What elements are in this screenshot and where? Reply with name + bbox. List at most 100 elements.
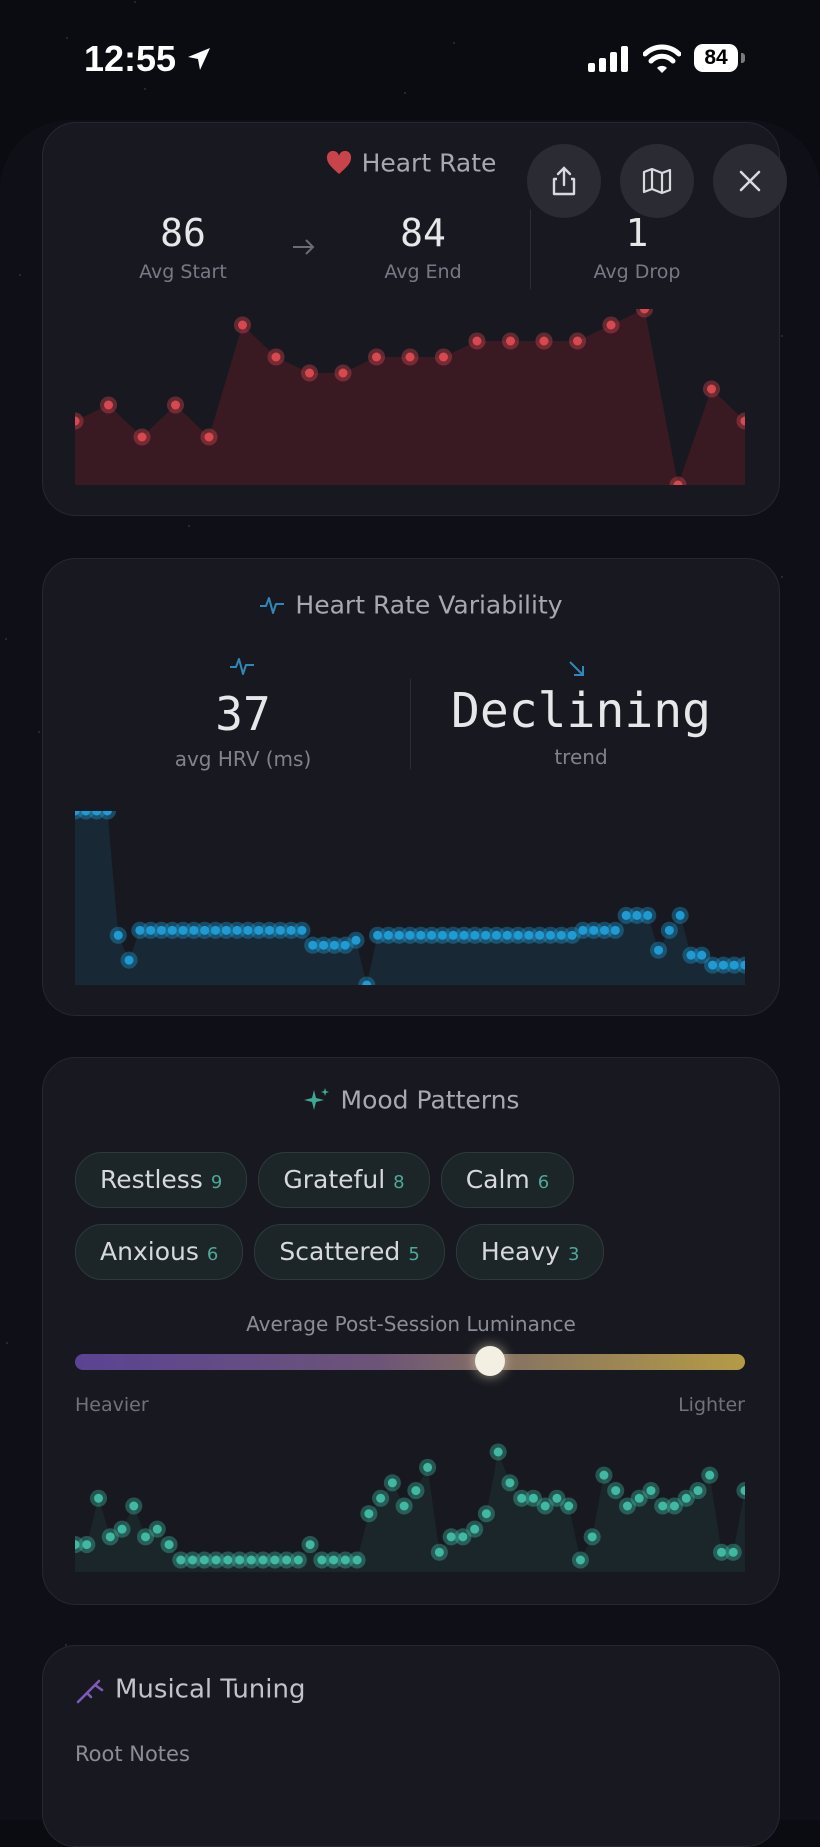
chart-point — [705, 1470, 715, 1480]
chart-point — [611, 1486, 621, 1496]
avg-start-value: 86 — [160, 211, 206, 255]
luminance-track — [75, 1354, 745, 1370]
chart-point — [587, 1532, 597, 1542]
trend-stat: Declining trend — [423, 683, 739, 769]
chart-point — [351, 935, 361, 945]
chart-point — [94, 1493, 104, 1503]
chart-point — [693, 1486, 703, 1496]
chart-point — [552, 1493, 562, 1503]
chart-point — [204, 432, 214, 442]
chart-point — [646, 1486, 656, 1496]
chart-point — [211, 1555, 221, 1565]
chart-point — [599, 1470, 609, 1480]
chart-point — [675, 910, 685, 920]
chart-point — [270, 1555, 280, 1565]
chart-point — [387, 1478, 397, 1488]
share-button[interactable] — [527, 144, 601, 218]
chart-point — [439, 352, 448, 362]
mood-patterns-title: Mood Patterns — [43, 1084, 779, 1115]
chart-point — [664, 925, 674, 935]
pulse-icon — [260, 597, 285, 614]
location-arrow-icon — [188, 48, 210, 70]
chart-point — [606, 320, 616, 330]
chart-point — [317, 1555, 327, 1565]
mood-chip-heavy[interactable]: Heavy 3 — [455, 1224, 605, 1280]
chart-point — [669, 1501, 679, 1511]
chart-point — [104, 400, 113, 410]
avg-drop-stat: 1 Avg Drop — [537, 211, 737, 283]
chart-point — [82, 1540, 92, 1550]
avg-start-label: Avg Start — [139, 261, 227, 283]
chart-point — [376, 1493, 386, 1503]
chart-point — [338, 368, 348, 378]
chart-point — [199, 1555, 209, 1565]
chart-point — [716, 1547, 726, 1557]
avg-end-stat: 84 Avg End — [323, 211, 523, 283]
chart-point — [564, 1501, 574, 1511]
sparkles-icon — [303, 1088, 329, 1110]
mood-chips: Restless 9 Grateful 8 Calm 6 Anxious 6 Scatt… — [75, 1152, 755, 1296]
mood-chip-grateful[interactable]: Grateful 8 — [258, 1152, 430, 1208]
musical-tuning-title: Musical Tuning — [75, 1674, 306, 1705]
pulse-small-icon — [230, 658, 254, 675]
chart-point — [728, 1547, 738, 1557]
chart-area — [75, 811, 745, 985]
chart-point — [470, 1524, 480, 1534]
avg-start-stat: 86 Avg Start — [83, 211, 283, 283]
stat-divider — [530, 209, 531, 289]
chart-point — [141, 1532, 151, 1542]
avg-end-label: Avg End — [384, 261, 462, 283]
trend-value: Declining — [450, 683, 712, 739]
chart-point — [297, 925, 307, 935]
status-bar: 12:55 84 — [0, 0, 820, 110]
chart-point — [411, 1486, 421, 1496]
mood-chip-restless[interactable]: Restless 9 — [75, 1152, 248, 1208]
chart-point — [364, 1509, 374, 1519]
chart-point — [493, 1447, 503, 1457]
star — [781, 335, 783, 337]
close-icon — [739, 170, 761, 192]
arrow-right-icon — [293, 239, 315, 255]
trend-label: trend — [554, 745, 608, 769]
chart-point — [481, 1509, 491, 1519]
chart-point — [399, 1501, 409, 1511]
chart-point — [405, 352, 415, 362]
battery-level: 84 — [704, 46, 728, 69]
chart-point — [271, 352, 281, 362]
chart-point — [117, 1524, 127, 1534]
avg-hrv-stat: 37 avg HRV (ms) — [143, 687, 343, 771]
chart-point — [681, 1493, 691, 1503]
luminance-knob[interactable] — [475, 1346, 506, 1376]
mood-chip-calm[interactable]: Calm 6 — [440, 1152, 575, 1208]
chart-point — [293, 1555, 303, 1565]
chart-point — [188, 1555, 198, 1565]
chart-point — [506, 336, 515, 346]
chart-point — [238, 320, 247, 330]
chart-point — [137, 432, 147, 442]
chart-point — [434, 1547, 444, 1557]
chart-point — [152, 1524, 162, 1534]
cellular-signal-icon — [588, 46, 628, 72]
mood-patterns-card: Mood Patterns Restless 9 Grateful 8 Calm 6 … — [42, 1057, 780, 1605]
luminance-label: Average Post-Session Luminance — [246, 1312, 576, 1336]
map-button[interactable] — [620, 144, 694, 218]
musical-tuning-card: Musical Tuning Root Notes — [42, 1645, 780, 1847]
chart-point — [505, 1478, 515, 1488]
heavier-label: Heavier — [75, 1394, 149, 1416]
root-notes-label: Root Notes — [75, 1742, 190, 1766]
mood-chip-anxious[interactable]: Anxious 6 — [75, 1224, 244, 1280]
hrv-divider — [410, 679, 411, 769]
chart-point — [372, 352, 381, 362]
chart-point — [539, 336, 549, 346]
chart-point — [282, 1555, 292, 1565]
chart-point — [540, 1501, 550, 1511]
close-button[interactable] — [713, 144, 787, 218]
mood-chip-scattered[interactable]: Scattered 5 — [254, 1224, 445, 1280]
status-time: 12:55 — [84, 38, 177, 79]
chart-point — [340, 1555, 350, 1565]
chart-point — [171, 400, 180, 410]
chart-point — [528, 1493, 538, 1503]
heart-icon — [326, 151, 351, 174]
chart-point — [329, 1555, 339, 1565]
chart-point — [610, 925, 620, 935]
